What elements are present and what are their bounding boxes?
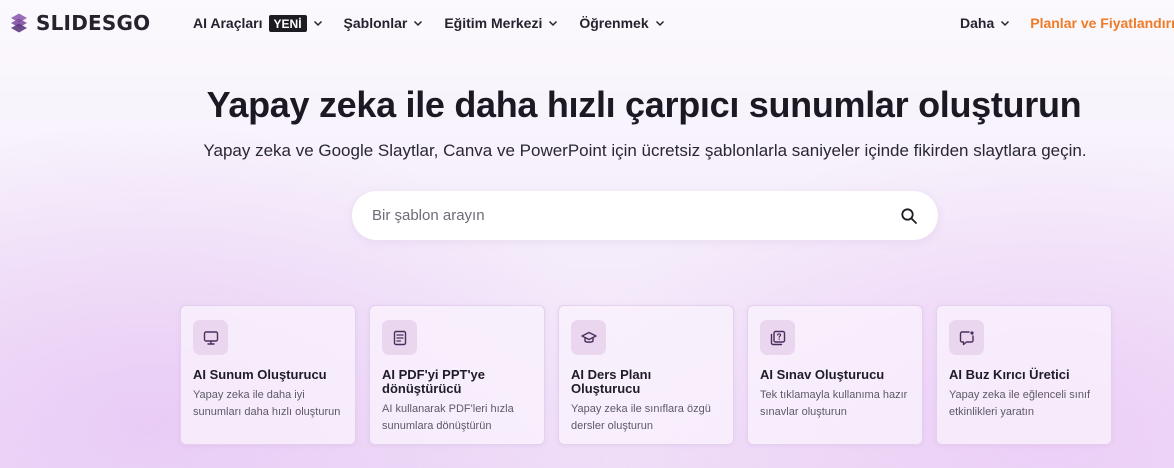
nav-education-center[interactable]: Eğitim Merkezi <box>444 15 558 31</box>
new-badge: YENİ <box>268 14 307 32</box>
pdf-convert-icon <box>393 330 406 345</box>
card-title: AI PDF'yi PPT'ye dönüştürücü <box>382 367 485 396</box>
search-bar <box>352 191 938 240</box>
chevron-down-icon <box>414 20 423 27</box>
nav-education-center-label: Eğitim Merkezi <box>444 15 543 31</box>
card-description: AI kullanarak PDF'leri hızla sunumlara d… <box>382 403 514 432</box>
card-title: AI Buz Kırıcı Üretici <box>949 367 1070 382</box>
chevron-down-icon <box>655 20 664 27</box>
graduation-cap-icon <box>580 331 597 343</box>
top-navbar: SLIDESGO AI Araçları YENİ Şablonlar Eğit… <box>0 0 1174 46</box>
card-description: Yapay zeka ile daha iyi sunumları daha h… <box>193 389 341 418</box>
card-icon-wrap <box>193 320 228 355</box>
card-ai-pdf-to-ppt[interactable]: AI PDF'yi PPT'ye dönüştürücü AI kullanar… <box>369 305 545 445</box>
quiz-icon <box>770 330 785 345</box>
chevron-down-icon <box>313 20 322 27</box>
card-ai-lesson-plan[interactable]: AI Ders Planı Oluşturucu Yapay zeka ile … <box>558 305 734 445</box>
hero-title: Yapay zeka ile daha hızlı çarpıcı sunuml… <box>206 84 1082 125</box>
card-icon-wrap <box>949 320 984 355</box>
card-description: Yapay zeka ile eğlenceli sınıf etkinlikl… <box>949 389 1091 418</box>
card-title: AI Sunum Oluşturucu <box>193 367 327 382</box>
main-nav: AI Araçları YENİ Şablonlar Eğitim Merkez… <box>193 0 686 46</box>
card-title: AI Ders Planı Oluşturucu <box>571 367 652 396</box>
pricing-link[interactable]: Planlar ve Fiyatlandırma <box>1030 15 1174 31</box>
card-description: Tek tıklamayla kullanıma hazır sınavlar … <box>760 389 908 418</box>
nav-templates-label: Şablonlar <box>343 15 408 31</box>
card-icon-wrap <box>571 320 606 355</box>
slidesgo-logo[interactable]: SLIDESGO <box>8 11 150 35</box>
card-ai-presentation-maker[interactable]: AI Sunum Oluşturucu Yapay zeka ile daha … <box>180 305 356 445</box>
logo-icon <box>11 13 27 33</box>
card-icon-wrap <box>382 320 417 355</box>
chevron-down-icon <box>549 20 558 27</box>
nav-ai-tools-label: AI Araçları <box>193 15 263 31</box>
card-description: Yapay zeka ile sınıflara özgü dersler ol… <box>571 403 711 432</box>
search-icon[interactable] <box>900 207 918 225</box>
search-input[interactable] <box>372 207 900 224</box>
nav-right: Daha Planlar ve Fiyatlandırma <box>960 0 1174 46</box>
chat-icon <box>959 330 974 345</box>
nav-learn-label: Öğrenmek <box>579 15 649 31</box>
nav-ai-tools[interactable]: AI Araçları YENİ <box>193 14 323 32</box>
hero-subtitle: Yapay zeka ve Google Slaytlar, Canva ve … <box>203 141 1087 160</box>
card-ai-icebreaker[interactable]: AI Buz Kırıcı Üretici Yapay zeka ile eğl… <box>936 305 1112 445</box>
presentation-icon <box>203 330 218 345</box>
nav-more-label: Daha <box>960 15 995 31</box>
brand-name: SLIDESGO <box>36 11 151 35</box>
nav-templates[interactable]: Şablonlar <box>344 15 424 31</box>
card-title: AI Sınav Oluşturucu <box>760 367 885 382</box>
ai-tools-cards: AI Sunum Oluşturucu Yapay zeka ile daha … <box>180 305 1112 445</box>
card-icon-wrap <box>760 320 795 355</box>
nav-more[interactable]: Daha <box>960 15 1010 31</box>
card-ai-quiz-maker[interactable]: AI Sınav Oluşturucu Tek tıklamayla kulla… <box>747 305 923 445</box>
nav-learn[interactable]: Öğrenmek <box>579 15 664 31</box>
chevron-down-icon <box>1001 20 1010 27</box>
